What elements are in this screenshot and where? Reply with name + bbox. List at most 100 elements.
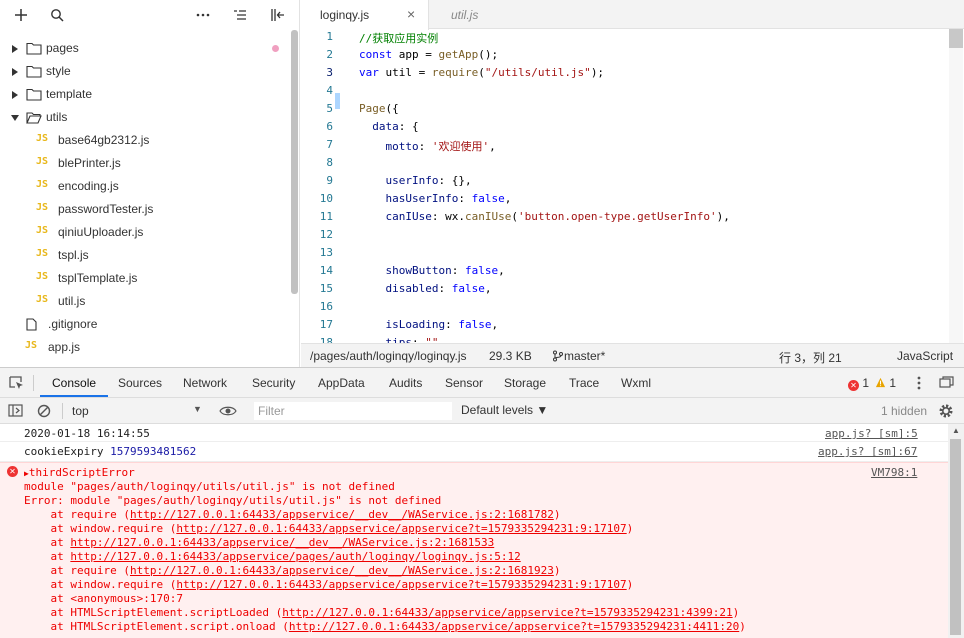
code-token: ( [511,210,518,223]
inspect-element-icon[interactable] [9,376,25,393]
log-levels-dropdown[interactable]: Default levels ▼ [461,403,548,417]
tree-item-bleprinter-js[interactable]: JS blePrinter.js [0,152,292,175]
tree-item-encoding-js[interactable]: JS encoding.js [0,175,292,198]
code-token: 'button.open-type.getUserInfo' [517,210,717,223]
stack-link[interactable]: http://127.0.0.1:64433/appservice/appser… [176,578,626,591]
tab-sources[interactable]: Sources [118,376,162,390]
code-line[interactable]: 8 [301,155,949,173]
code-line[interactable]: 17 isLoading: false, [301,317,949,335]
more-vertical-icon[interactable] [913,375,925,394]
stack-text: at <anonymous>:170:7 [24,592,183,605]
tab-audits[interactable]: Audits [389,376,422,390]
code-line[interactable]: 11 canIUse: wx.canIUse('button.open-type… [301,209,949,227]
search-icon[interactable] [46,4,68,26]
code-area[interactable]: 1//获取应用实例 2 const app = getApp(); 3 var util… [301,29,964,343]
stack-link[interactable]: http://127.0.0.1:64433/appservice/pages/… [70,550,520,563]
source-link[interactable]: app.js? [sm]:67 [818,445,917,458]
code-line[interactable]: 2 const app = getApp(); [301,47,949,65]
code-line[interactable]: 13 [301,245,949,263]
code-line[interactable]: 12 [301,227,949,245]
tree-item-template[interactable]: template [0,83,292,106]
code-line[interactable]: 16 [301,299,949,317]
code-line[interactable]: 3 var util = require("/utils/util.js"); [301,65,949,83]
tab-security[interactable]: Security [252,376,295,390]
tree-item-gitignore[interactable]: .gitignore [0,313,292,336]
hide-panel-icon[interactable] [267,4,289,26]
scroll-up-icon[interactable]: ▲ [952,426,960,435]
eye-icon[interactable] [219,405,237,420]
tree-item-tspl-js[interactable]: JS tspl.js [0,244,292,267]
sidebar-toggle-icon[interactable] [8,404,23,420]
stack-link[interactable]: http://127.0.0.1:64433/appservice/__dev_… [130,508,554,521]
cursor-position[interactable]: 行 3，列 21 [779,349,842,366]
context-selector[interactable]: top [72,404,89,418]
error-count-badge[interactable]: ✕ 1 [848,376,869,391]
git-branch[interactable]: master* [552,349,605,363]
stack-link[interactable]: http://127.0.0.1:64433/appservice/__dev_… [130,564,554,577]
code-line[interactable]: 18 tips: "" [301,335,949,343]
tab-storage[interactable]: Storage [504,376,546,390]
code-line[interactable]: 10 hasUserInfo: false, [301,191,949,209]
tree-item-util-js[interactable]: JS util.js [0,290,292,313]
explorer-scrollbar[interactable] [291,30,298,294]
stack-link[interactable]: http://127.0.0.1:64433/appservice/appser… [289,620,739,633]
stack-frame: at <anonymous>:170:7 [24,592,183,605]
tree-item-app-js[interactable]: JS app.js [0,336,292,359]
tree-item-label: .gitignore [48,317,98,331]
clear-console-icon[interactable] [37,404,51,421]
tree-item-tspltemplate-js[interactable]: JS tsplTemplate.js [0,267,292,290]
code-line[interactable]: 15 disabled: false, [301,281,949,299]
code-line[interactable]: 5 Page({ [301,101,949,119]
code-line[interactable]: 9 userInfo: {}, [301,173,949,191]
tab-trace[interactable]: Trace [569,376,599,390]
console-scrollbar[interactable]: ▲ [948,424,964,638]
tree-item-base64gb2312-js[interactable]: JS base64gb2312.js [0,129,292,152]
source-link[interactable]: app.js? [sm]:5 [825,427,918,440]
error-title[interactable]: ▶thirdScriptError [24,466,135,479]
code-token: , [498,264,505,277]
editor-scrollbar[interactable] [949,29,963,343]
code-line[interactable]: 1 //获取应用实例 [301,29,949,47]
file-path[interactable]: /pages/auth/loginqy/loginqy.js [310,349,467,363]
tab-loginqy[interactable]: loginqy.js × [301,0,429,30]
code-line[interactable]: 6 data: { [301,119,949,137]
tab-network[interactable]: Network [183,376,227,390]
plus-icon[interactable] [10,4,32,26]
tab-console[interactable]: Console [52,376,96,390]
tab-sensor[interactable]: Sensor [445,376,483,390]
chevron-down-icon[interactable]: ▼ [193,404,202,414]
close-icon[interactable]: × [407,6,415,22]
tab-util[interactable]: util.js [432,0,552,29]
code-token: : [458,192,472,205]
code-line[interactable]: 7 motto: '欢迎使用', [301,137,949,155]
error-icon: ✕ [848,380,859,391]
tree-item-pages[interactable]: pages [0,37,292,60]
tab-appdata[interactable]: AppData [318,376,365,390]
tree-item-style[interactable]: style [0,60,292,83]
stack-link[interactable]: http://127.0.0.1:64433/appservice/appser… [176,522,626,535]
scroll-thumb[interactable] [950,439,961,635]
source-link[interactable]: VM798:1 [871,466,917,479]
collapse-all-icon[interactable] [229,4,251,26]
tab-wxml[interactable]: Wxml [621,376,651,390]
dock-side-icon[interactable] [939,376,954,392]
code-token: app = [392,48,439,61]
line-source: data: { [359,120,418,133]
stack-link[interactable]: http://127.0.0.1:64433/appservice/appser… [282,606,732,619]
stack-link[interactable]: http://127.0.0.1:64433/appservice/__dev_… [70,536,494,549]
filter-input[interactable] [254,402,452,420]
more-horizontal-icon[interactable] [192,4,214,26]
scroll-thumb[interactable] [949,29,963,48]
code-token: canIUse [464,210,512,223]
gear-icon[interactable] [938,403,954,422]
tree-item-label: app.js [48,340,81,354]
line-source: canIUse: wx.canIUse('button.open-type.ge… [359,210,730,223]
code-line[interactable]: 14 showButton: false, [301,263,949,281]
language-mode[interactable]: JavaScript [897,349,953,363]
tree-item-qiniuuploader-js[interactable]: JS qiniuUploader.js [0,221,292,244]
tree-item-utils[interactable]: utils [0,106,292,129]
code-line[interactable]: 4 [301,83,949,101]
warning-count-badge[interactable]: 1 [875,376,896,390]
warning-icon [875,377,886,388]
tree-item-passwordtester-js[interactable]: JS passwordTester.js [0,198,292,221]
